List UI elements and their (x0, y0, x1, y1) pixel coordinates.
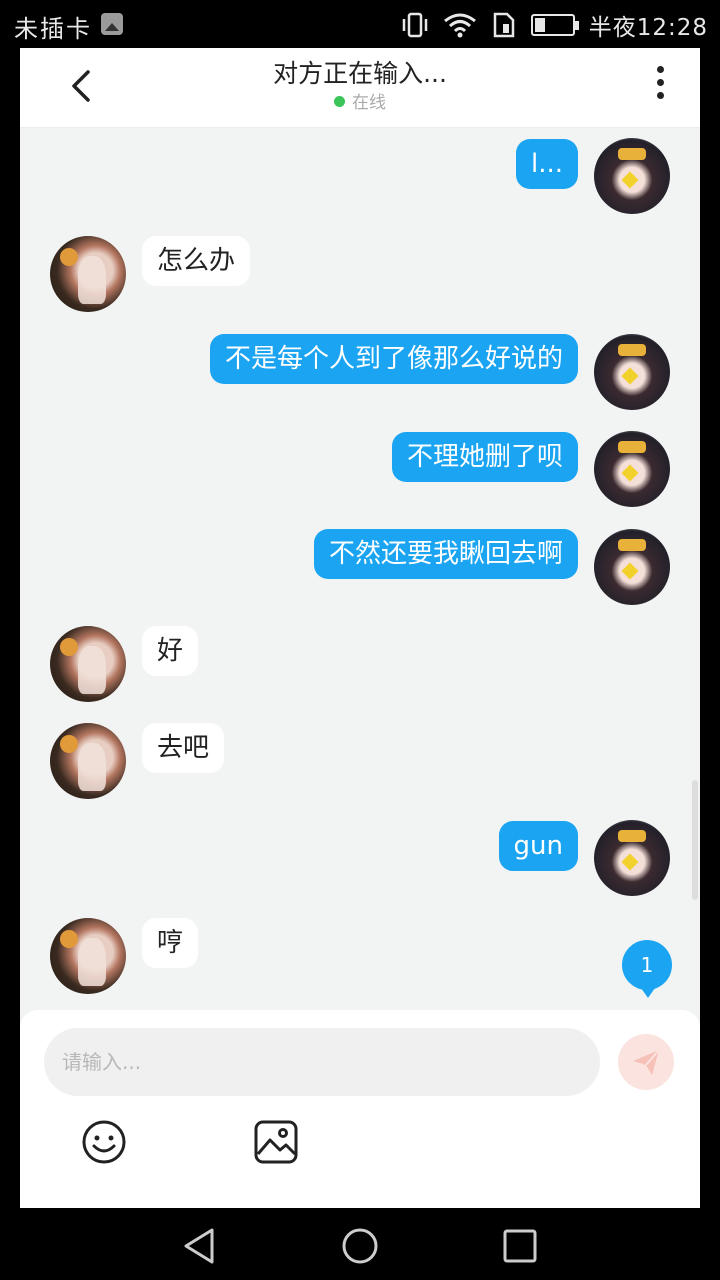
contact-avatar[interactable] (50, 918, 126, 994)
composer (20, 1010, 700, 1208)
unread-badge[interactable]: 1 (622, 940, 672, 998)
battery-icon (530, 14, 579, 36)
my-avatar[interactable] (594, 431, 670, 507)
online-status: 在线 (20, 88, 700, 113)
status-bar: 未插卡 半夜12:28 (0, 0, 720, 48)
online-label: 在线 (352, 93, 386, 113)
my-avatar[interactable] (594, 820, 670, 896)
vibrate-icon (402, 12, 427, 38)
nav-recents-icon[interactable] (500, 1226, 540, 1266)
system-nav-bar (0, 1208, 720, 1280)
contact-avatar[interactable] (50, 236, 126, 312)
chat-header: 对方正在输入... 在线 (20, 48, 700, 128)
gallery-notification-icon (101, 13, 123, 35)
sim-icon (493, 12, 514, 38)
online-dot-icon (334, 96, 345, 107)
nav-home-icon[interactable] (340, 1226, 380, 1266)
incoming-message[interactable]: 怎么办 (142, 236, 251, 286)
status-right: 半夜12:28 (401, 8, 708, 42)
chat-screen: 对方正在输入... 在线 l... 怎么办 不是每个人到了像那么好说的 不理她删… (20, 48, 700, 1208)
incoming-message[interactable]: 好 (142, 626, 199, 676)
message-input[interactable] (44, 1028, 600, 1096)
contact-avatar[interactable] (50, 626, 126, 702)
outgoing-message[interactable]: 不理她删了呗 (391, 432, 578, 482)
my-avatar[interactable] (594, 334, 670, 410)
image-icon[interactable] (252, 1118, 300, 1166)
incoming-message[interactable]: 哼 (142, 918, 199, 968)
incoming-message[interactable]: 去吧 (142, 723, 225, 773)
outgoing-message[interactable]: 不是每个人到了像那么好说的 (209, 334, 578, 384)
scrollbar[interactable] (692, 780, 698, 900)
nav-back-icon[interactable] (180, 1226, 220, 1266)
emoji-icon[interactable] (80, 1118, 128, 1166)
outgoing-message[interactable]: l... (515, 139, 578, 189)
more-options-icon[interactable] (654, 66, 666, 102)
chat-title: 对方正在输入... (273, 59, 447, 88)
outgoing-message[interactable]: 不然还要我瞅回去啊 (313, 529, 578, 579)
send-icon (633, 1049, 660, 1075)
outgoing-message[interactable]: gun (498, 821, 578, 871)
my-avatar[interactable] (594, 138, 670, 214)
clock: 半夜12:28 (588, 15, 708, 41)
carrier-label: 未插卡 (14, 15, 92, 43)
contact-avatar[interactable] (50, 723, 126, 799)
wifi-icon (443, 13, 476, 38)
my-avatar[interactable] (594, 529, 670, 605)
send-button[interactable] (618, 1034, 674, 1090)
